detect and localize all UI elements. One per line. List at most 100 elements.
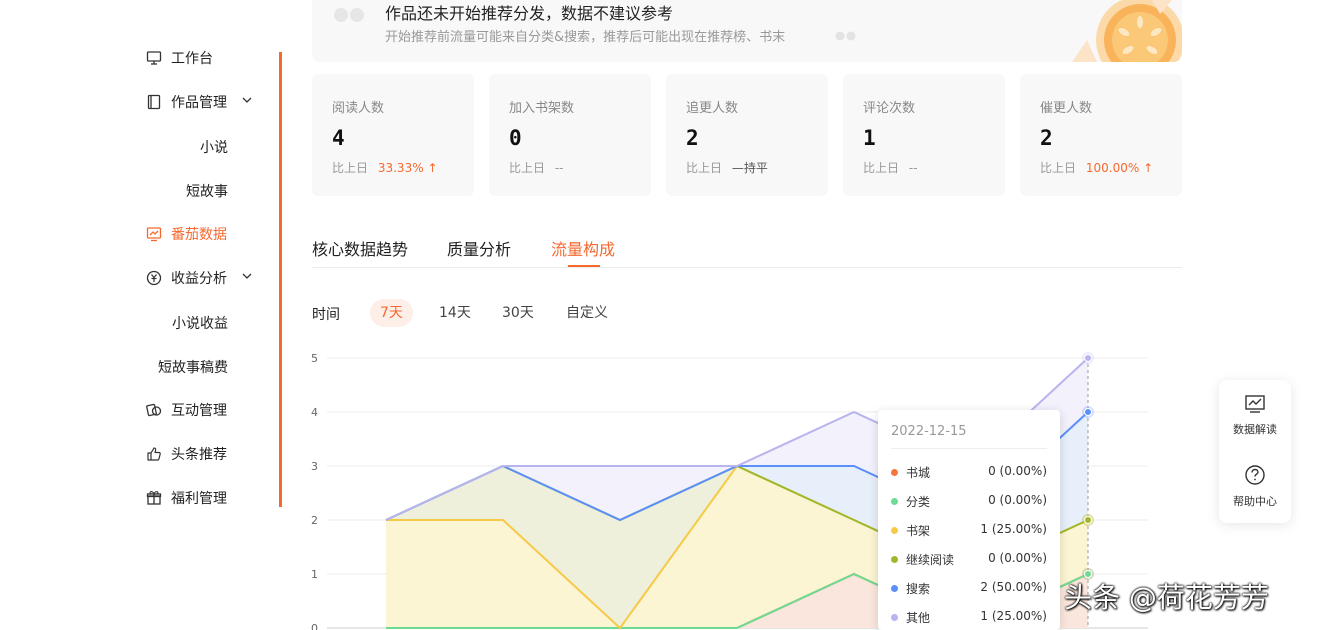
stat-label: 追更人数: [686, 101, 739, 116]
notice-banner: 作品还未开始推荐分发，数据不建议参考 开始推荐前流量可能来自分类&搜索，推荐后可…: [312, 0, 1182, 62]
tab-quality[interactable]: 质量分析: [447, 236, 511, 260]
stat-card-readers: 阅读人数 4 比上日 33.33% ↑: [312, 74, 474, 196]
book-icon: [145, 93, 163, 111]
legend-dot: [891, 469, 898, 476]
sidebar-item-welfare[interactable]: 福利管理: [145, 487, 227, 509]
banner-subtitle: 开始推荐前流量可能来自分类&搜索，推荐后可能出现在推荐榜、书末: [385, 30, 786, 45]
compare-value: --: [554, 161, 564, 175]
stat-compare: 比上日 33.33% ↑: [332, 159, 438, 176]
compare-label: 比上日: [332, 161, 369, 175]
arrow-up-icon: ↑: [1143, 161, 1154, 175]
sidebar-item-headline-recommend[interactable]: 头条推荐: [145, 443, 227, 465]
help-center-button[interactable]: 帮助中心: [1219, 464, 1291, 509]
sidebar-item-works[interactable]: 作品管理: [145, 91, 253, 113]
sidebar-item-label: 番茄数据: [171, 227, 227, 243]
tooltip-row: 搜索 2 (50.00%): [891, 580, 1047, 598]
sidebar-item-short-story[interactable]: 短故事: [108, 181, 228, 201]
tooltip-date: 2022-12-15: [891, 424, 967, 439]
stat-value: 2: [686, 126, 699, 150]
sidebar-item-interaction[interactable]: 互动管理: [145, 399, 227, 421]
stat-value: 1: [863, 126, 876, 150]
stat-value: 4: [332, 126, 345, 150]
sidebar-item-novel-revenue[interactable]: 小说收益: [108, 313, 228, 333]
sidebar-item-label: 头条推荐: [171, 447, 227, 463]
sidebar-item-label: 互动管理: [171, 403, 227, 419]
y-tick-label: 3: [311, 460, 318, 473]
stat-compare: 比上日 --: [509, 159, 564, 176]
chevron-down-icon: [241, 270, 253, 286]
range-7d-button[interactable]: 7天: [370, 299, 413, 327]
data-interpretation-button[interactable]: 数据解读: [1219, 394, 1291, 437]
sidebar-item-tomato-data[interactable]: 番茄数据: [145, 223, 227, 245]
range-30d-button[interactable]: 30天: [492, 299, 544, 327]
monitor-icon: [145, 49, 163, 67]
compare-label: 比上日: [509, 161, 546, 175]
banner-title: 作品还未开始推荐分发，数据不建议参考: [385, 4, 674, 23]
sidebar-item-short-story-fee[interactable]: 短故事稿费: [108, 357, 228, 377]
arrow-up-icon: ↑: [427, 161, 438, 175]
stat-value: 2: [1040, 126, 1053, 150]
compare-label: 比上日: [686, 161, 723, 175]
tooltip-series-name: 分类: [906, 495, 931, 509]
stat-card-bookshelf: 加入书架数 0 比上日 --: [489, 74, 651, 196]
quote-close-icon: [834, 28, 858, 47]
tooltip-row: 其他 1 (25.00%): [891, 609, 1047, 627]
interact-icon: [145, 401, 163, 419]
y-tick-label: 5: [311, 352, 318, 365]
thumbs-up-icon: [145, 445, 163, 463]
float-item-label: 帮助中心: [1233, 495, 1277, 508]
tooltip-series-value: 0 (0.00%): [988, 464, 1047, 478]
sidebar-item-label: 收益分析: [171, 271, 227, 287]
sidebar-scroll-indicator: [279, 52, 282, 507]
stat-card-comments: 评论次数 1 比上日 --: [843, 74, 1005, 196]
tooltip-series-value: 0 (0.00%): [988, 551, 1047, 565]
y-tick-label: 1: [311, 568, 318, 581]
tooltip-series-value: 1 (25.00%): [980, 522, 1047, 536]
tooltip-series-name: 继续阅读: [906, 553, 955, 567]
legend-dot: [891, 585, 898, 592]
sidebar-item-label: 作品管理: [171, 95, 227, 111]
floating-help-panel: 数据解读 帮助中心: [1219, 380, 1291, 523]
line-chart-icon: [1219, 394, 1291, 417]
sidebar-item-label: 工作台: [171, 51, 213, 67]
range-label: 时间: [312, 307, 340, 323]
tooltip-series-value: 0 (0.00%): [988, 493, 1047, 507]
legend-dot: [891, 556, 898, 563]
tooltip-divider: [891, 448, 1047, 449]
compare-value: 100.00%: [1085, 161, 1140, 175]
quote-icon: [332, 4, 368, 30]
sidebar: 工作台 作品管理 小说 短故事 番茄数据 收益分析 小说收益 短故事稿费 互动管…: [0, 0, 282, 630]
range-14d-button[interactable]: 14天: [429, 299, 481, 327]
stat-card-followers: 追更人数 2 比上日 —持平: [666, 74, 828, 196]
range-custom-button[interactable]: 自定义: [556, 299, 618, 327]
stat-compare: 比上日 --: [863, 159, 918, 176]
compare-value: --: [908, 161, 918, 175]
dash-icon: —: [731, 161, 744, 175]
sidebar-item-novel[interactable]: 小说: [108, 137, 228, 157]
tooltip-series-value: 2 (50.00%): [980, 580, 1047, 594]
stat-label: 加入书架数: [509, 101, 575, 116]
hover-point-其他: [1084, 354, 1092, 362]
tooltip-series-name: 其他: [906, 611, 931, 625]
chart-tooltip: 2022-12-15 书城 0 (0.00%) 分类 0 (0.00%) 书架 …: [878, 410, 1060, 630]
legend-dot: [891, 527, 898, 534]
hover-point-继续阅读: [1084, 516, 1092, 524]
compare-value: 持平: [743, 161, 768, 175]
tab-traffic-source[interactable]: 流量构成: [551, 236, 615, 260]
tooltip-row: 分类 0 (0.00%): [891, 493, 1047, 511]
sidebar-item-label: 福利管理: [171, 491, 227, 507]
chevron-down-icon: [241, 94, 253, 110]
tab-core-trend[interactable]: 核心数据趋势: [312, 236, 408, 260]
tooltip-row: 书城 0 (0.00%): [891, 464, 1047, 482]
y-tick-label: 2: [311, 514, 318, 527]
compare-label: 比上日: [1040, 161, 1077, 175]
yen-coin-icon: [145, 269, 163, 287]
sidebar-item-revenue[interactable]: 收益分析: [145, 267, 253, 289]
y-tick-label: 0: [311, 622, 318, 630]
compare-value: 33.33%: [377, 161, 424, 175]
y-tick-label: 4: [311, 406, 318, 419]
tooltip-row: 书架 1 (25.00%): [891, 522, 1047, 540]
sidebar-item-workbench[interactable]: 工作台: [145, 47, 213, 69]
float-item-label: 数据解读: [1233, 423, 1277, 436]
legend-dot: [891, 614, 898, 621]
